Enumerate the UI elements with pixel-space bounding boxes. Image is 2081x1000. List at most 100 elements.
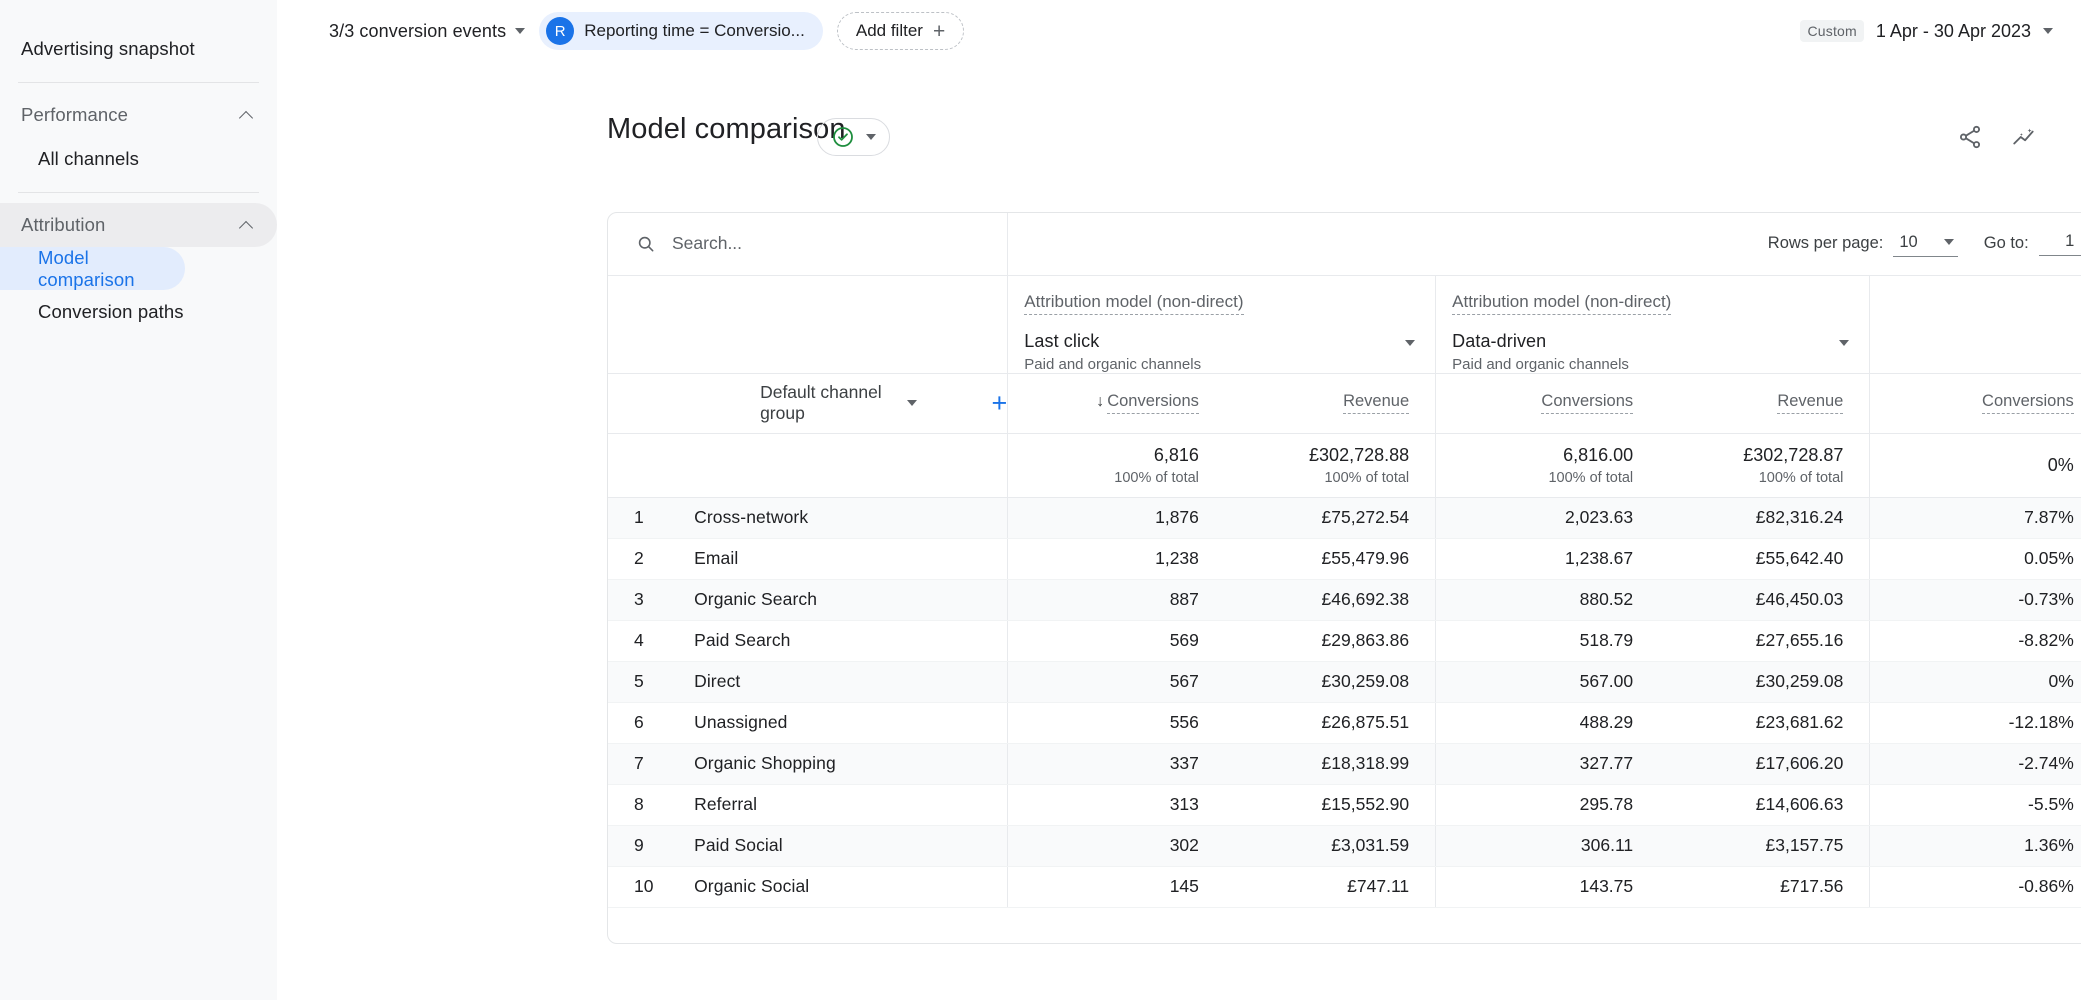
table-row[interactable]: 8 Referral 313 £15,552.90 295.78 £14,606.63 -5…: [608, 784, 2081, 826]
filter-chip-reporting-time[interactable]: R Reporting time = Conversio...: [539, 12, 823, 50]
table-row[interactable]: 7 Organic Shopping 337 £18,318.99 327.77 £17,…: [608, 743, 2081, 785]
sidebar-group-attribution[interactable]: Attribution: [0, 203, 277, 247]
conversion-events-label: 3/3 conversion events: [329, 20, 507, 41]
header-label: Conversions: [1107, 392, 1199, 414]
row-index: 3: [608, 579, 683, 621]
header-change-conversions[interactable]: Conversions: [1869, 373, 2081, 434]
cell-change-conversions: 0%: [1869, 661, 2081, 703]
report-status-selector[interactable]: [817, 118, 890, 156]
dimension-label: Default channel group: [760, 382, 882, 423]
cell-m2-revenue: £23,681.62: [1659, 702, 1870, 744]
cell-m2-conversions: 327.77: [1435, 743, 1660, 785]
total-change-conversions: 0%: [1869, 433, 2081, 498]
cell-m2-revenue: £17,606.20: [1659, 743, 1870, 785]
cell-m1-conversions: 567: [1007, 661, 1225, 703]
total-subtext: 100% of total: [1324, 469, 1410, 486]
table-row[interactable]: 4 Paid Search 569 £29,863.86 518.79 £27,655.1…: [608, 620, 2081, 662]
table-row[interactable]: 3 Organic Search 887 £46,692.38 880.52 £46,45…: [608, 579, 2081, 621]
page-title: Model comparison: [607, 113, 846, 145]
table-row[interactable]: 1 Cross-network 1,876 £75,272.54 2,023.63 £82…: [608, 497, 2081, 539]
total-value: 6,816: [1153, 444, 1199, 465]
header-m1-revenue[interactable]: Revenue: [1224, 373, 1436, 434]
cell-m1-conversions: 302: [1007, 825, 1225, 867]
date-range-badge: Custom: [1800, 20, 1864, 42]
share-icon[interactable]: [1957, 124, 1983, 155]
cell-m1-revenue: £75,272.54: [1224, 497, 1436, 539]
row-index: 1: [608, 497, 683, 539]
cell-m1-revenue: £3,031.59: [1224, 825, 1436, 867]
cell-m2-revenue: £46,450.03: [1659, 579, 1870, 621]
rows-per-page-label: Rows per page:: [1767, 234, 1884, 253]
sidebar: Advertising snapshot Performance All cha…: [0, 0, 277, 1000]
filter-chip-label: Reporting time = Conversio...: [584, 21, 805, 40]
cell-m2-revenue: £3,157.75: [1659, 825, 1870, 867]
total-value: £302,728.87: [1743, 444, 1844, 465]
table-row[interactable]: 10 Organic Social 145 £747.11 143.75 £717.56-…: [608, 866, 2081, 908]
chevron-down-icon: [515, 28, 526, 34]
table-row[interactable]: 5Direct567£30,259.08567.00£30,259.080%0%: [608, 661, 2081, 703]
chevron-up-icon: [240, 108, 255, 123]
report-table-card: Search... Rows per page: 10 Go to: 1 Att…: [607, 212, 2081, 944]
row-index: 5: [608, 661, 683, 703]
sidebar-item-label: All channels: [38, 147, 139, 169]
model-scope: Paid and organic channels: [1024, 355, 1202, 373]
model-comparison-table: Search... Rows per page: 10 Go to: 1 Att…: [608, 213, 2081, 908]
cell-change-conversions: -0.86%: [1869, 866, 2081, 908]
total-m1-revenue: £302,728.88 100% of total: [1224, 433, 1436, 498]
header-m1-conversions[interactable]: ↓ Conversions: [1007, 373, 1225, 434]
sidebar-divider-1: [18, 82, 259, 83]
sidebar-group-label-attribution: Attribution: [21, 214, 106, 235]
sidebar-group-performance[interactable]: Performance: [0, 93, 277, 137]
cell-m2-revenue: £55,642.40: [1659, 538, 1870, 580]
table-row[interactable]: 2 Email 1,238 £55,479.96 1,238.67 £55,642.40 0…: [608, 538, 2081, 580]
header-m2-revenue[interactable]: Revenue: [1659, 373, 1870, 434]
row-channel-name: Referral: [682, 784, 1008, 826]
cell-m1-conversions: 569: [1007, 620, 1225, 662]
chevron-down-icon: [906, 400, 917, 406]
pagination-cell: Rows per page: 10 Go to: 1 1-10 of 13: [1007, 213, 2081, 276]
goto-page-input[interactable]: 1: [2038, 232, 2081, 256]
search-input[interactable]: Search...: [672, 233, 742, 254]
sidebar-item-all-channels[interactable]: All channels: [0, 137, 185, 180]
row-index: 10: [608, 866, 683, 908]
cell-m1-revenue: £26,875.51: [1224, 702, 1436, 744]
cell-change-conversions: -12.18%: [1869, 702, 2081, 744]
plus-icon: +: [932, 19, 946, 43]
insights-icon[interactable]: [2011, 124, 2037, 155]
header-m2-conversions[interactable]: Conversions: [1435, 373, 1660, 434]
conversion-events-selector[interactable]: 3/3 conversion events: [329, 20, 526, 42]
total-subtext: 100% of total: [1114, 469, 1199, 486]
row-channel-name: Organic Search: [682, 579, 1008, 621]
row-index: 4: [608, 620, 683, 662]
cell-change-conversions: -2.74%: [1869, 743, 2081, 785]
sidebar-item-model-comparison[interactable]: Model comparison: [0, 247, 185, 290]
search-cell[interactable]: Search...: [608, 213, 1008, 276]
date-range-selector[interactable]: Custom 1 Apr - 30 Apr 2023: [1800, 20, 2053, 42]
sidebar-item-advertising-snapshot[interactable]: Advertising snapshot: [0, 28, 277, 70]
header-label: Conversions: [1982, 392, 2074, 414]
cell-m1-revenue: £18,318.99: [1224, 743, 1436, 785]
cell-change-conversions: -5.5%: [1869, 784, 2081, 826]
model-column-1[interactable]: Attribution model (non-direct) Last clic…: [1007, 275, 1436, 374]
cell-m2-conversions: 2,023.63: [1435, 497, 1660, 539]
total-subtext: 100% of total: [1548, 469, 1634, 486]
dimension-selector[interactable]: Default channel group +: [682, 382, 1007, 424]
totals-dimension: [682, 433, 1008, 498]
row-index: 9: [608, 825, 683, 867]
chevron-down-icon[interactable]: [1839, 339, 1850, 346]
table-body: 1 Cross-network 1,876 £75,272.54 2,023.63 £82…: [608, 497, 2081, 908]
chevron-down-icon: [1943, 239, 1954, 246]
add-filter-button[interactable]: Add filter +: [836, 12, 965, 50]
model-column-2[interactable]: Attribution model (non-direct) Data-driv…: [1435, 275, 1870, 374]
cell-m1-revenue: £55,479.96: [1224, 538, 1436, 580]
sidebar-item-conversion-paths[interactable]: Conversion paths: [0, 290, 185, 333]
chevron-down-icon[interactable]: [1405, 339, 1416, 346]
total-m2-conversions: 6,816.00 100% of total: [1435, 433, 1660, 498]
cell-m1-conversions: 313: [1007, 784, 1225, 826]
table-row[interactable]: 6 Unassigned 556 £26,875.51 488.29 £23,681.62…: [608, 702, 2081, 744]
table-row[interactable]: 9 Paid Social 302 £3,031.59 306.11 £3,157.75 1…: [608, 825, 2081, 867]
model-scope: Paid and organic channels: [1452, 355, 1629, 373]
add-dimension-button[interactable]: +: [992, 389, 1008, 417]
cell-change-conversions: 7.87%: [1869, 497, 2081, 539]
rows-per-page-select[interactable]: 10: [1893, 231, 1958, 257]
